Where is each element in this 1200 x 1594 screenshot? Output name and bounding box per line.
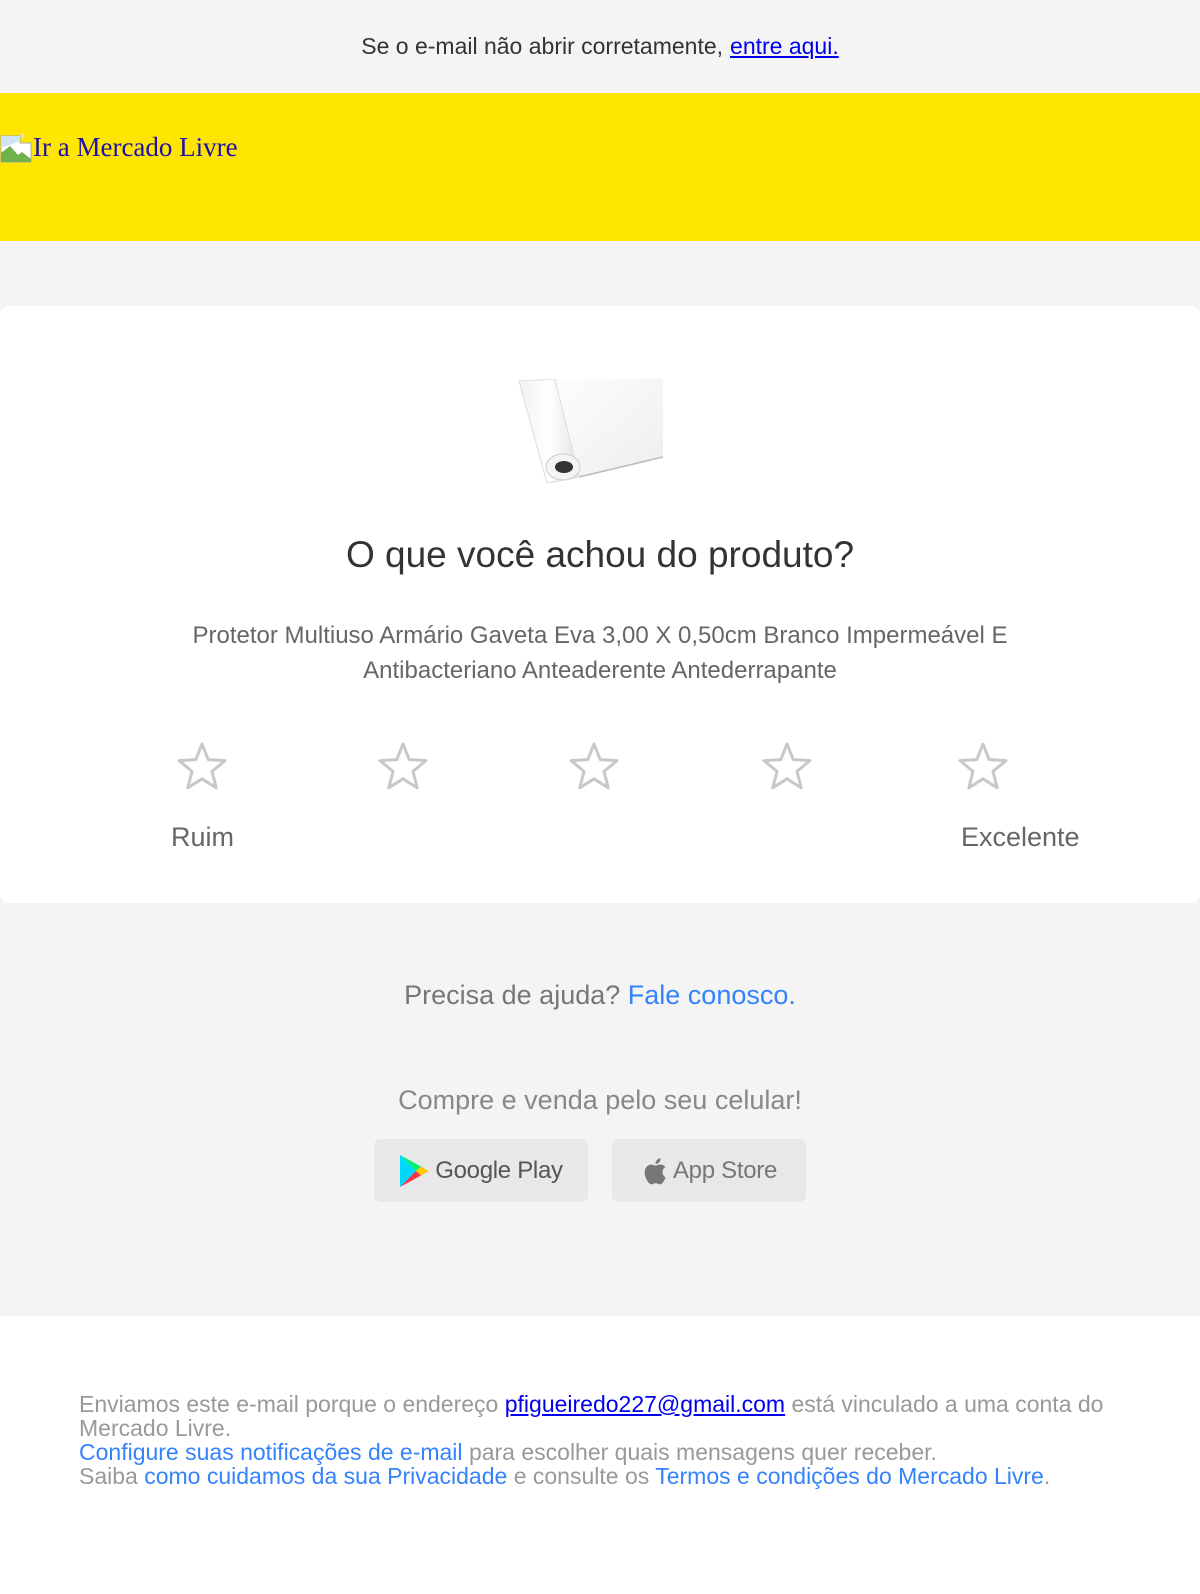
rating-high-label: Excelente bbox=[961, 822, 1080, 852]
star-1-button[interactable] bbox=[172, 738, 232, 798]
star-4-button[interactable] bbox=[757, 738, 817, 798]
star-5-button[interactable] bbox=[953, 738, 1013, 798]
star-3-button[interactable] bbox=[564, 738, 624, 798]
app-store-button[interactable]: App Store bbox=[612, 1139, 806, 1202]
footer-line3-end: . bbox=[1043, 1463, 1051, 1489]
google-play-label: Google Play bbox=[435, 1156, 563, 1184]
product-image bbox=[518, 379, 663, 484]
email-address-link[interactable]: pfigueiredo227@gmail.com bbox=[505, 1391, 785, 1417]
privacy-link[interactable]: como cuidamos da sua Privacidade bbox=[144, 1463, 507, 1489]
google-play-icon bbox=[400, 1154, 429, 1187]
email-notifications-link[interactable]: Configure suas notificações de e-mail bbox=[79, 1439, 463, 1465]
open-in-browser-link[interactable]: entre aqui. bbox=[730, 33, 839, 60]
top-notice-text: Se o e-mail não abrir corretamente, bbox=[361, 33, 724, 59]
help-text: Precisa de ajuda? bbox=[404, 980, 621, 1010]
footer: Enviamos este e-mail porque o endereço p… bbox=[0, 1316, 1200, 1594]
help-section: Precisa de ajuda? Fale conosco. bbox=[0, 980, 1200, 1011]
contact-us-link[interactable]: Fale conosco. bbox=[628, 980, 796, 1010]
product-title: Protetor Multiuso Armário Gaveta Eva 3,0… bbox=[192, 622, 1008, 684]
star-outline-icon bbox=[569, 742, 619, 790]
apple-icon bbox=[644, 1157, 666, 1184]
star-outline-icon bbox=[958, 742, 1008, 790]
app-store-label: App Store bbox=[672, 1156, 778, 1184]
footer-line3-mid: e consulte os bbox=[513, 1463, 650, 1489]
footer-line2-text: para escolher quais mensagens quer receb… bbox=[468, 1439, 937, 1465]
footer-line3-text: Saiba bbox=[79, 1463, 138, 1489]
terms-link[interactable]: Termos e condições do Mercado Livre bbox=[655, 1463, 1044, 1489]
rating-low-label: Ruim bbox=[171, 822, 235, 852]
mercado-livre-logo-link[interactable]: Ir a Mercado Livre bbox=[0, 131, 238, 163]
footer-text: Enviamos este e-mail porque o endereço p… bbox=[79, 1392, 1119, 1488]
google-play-button[interactable]: Google Play bbox=[374, 1139, 588, 1202]
rating-card: O que você achou do produto? Protetor Mu… bbox=[0, 306, 1200, 903]
logo-alt-text: Ir a Mercado Livre bbox=[33, 132, 238, 162]
broken-image-icon bbox=[0, 131, 32, 163]
top-notice: Se o e-mail não abrir corretamente, entr… bbox=[0, 0, 1200, 93]
footer-line1-text: Enviamos este e-mail porque o endereço bbox=[79, 1391, 499, 1417]
rating-question: O que você achou do produto? bbox=[345, 534, 855, 575]
star-outline-icon bbox=[378, 742, 428, 790]
star-outline-icon bbox=[762, 742, 812, 790]
apps-title: Compre e venda pelo seu celular! bbox=[398, 1085, 802, 1115]
star-2-button[interactable] bbox=[373, 738, 433, 798]
header-banner: Ir a Mercado Livre bbox=[0, 93, 1200, 241]
star-outline-icon bbox=[177, 742, 227, 790]
